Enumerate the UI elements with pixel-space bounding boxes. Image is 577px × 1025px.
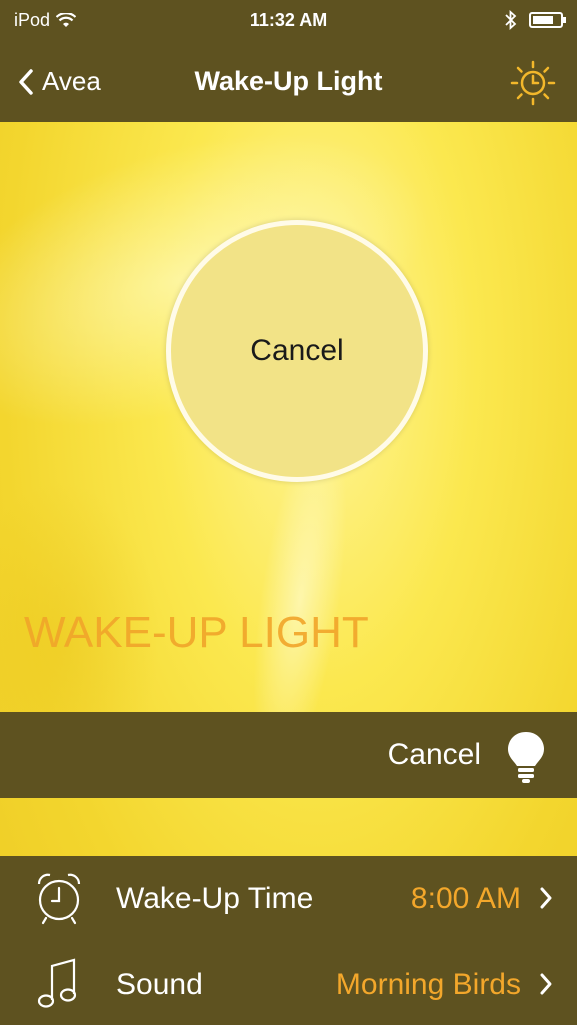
- status-right: [505, 10, 566, 30]
- wake-up-light-screen: iPod 11:32 AM Avea Wake-Up Light Cancel …: [0, 0, 577, 1025]
- cancel-bar: Cancel: [0, 712, 577, 798]
- chevron-right-icon: [540, 973, 552, 995]
- sun-clock-icon[interactable]: [509, 58, 557, 106]
- settings-panel: Wake-Up Time 8:00 AM Sound Morning Birds: [0, 856, 577, 1025]
- navigation-bar: Avea Wake-Up Light: [0, 44, 577, 122]
- cancel-button[interactable]: Cancel: [388, 738, 481, 772]
- status-bar: iPod 11:32 AM: [0, 0, 577, 44]
- wake-up-time-label: Wake-Up Time: [116, 882, 314, 915]
- status-time: 11:32 AM: [249, 10, 328, 30]
- wake-up-time-row[interactable]: Wake-Up Time 8:00 AM: [0, 856, 577, 940]
- sound-label: Sound: [116, 968, 203, 1001]
- battery-icon: [529, 12, 566, 28]
- light-bulb-icon[interactable]: [505, 730, 547, 784]
- wake-up-time-value: 8:00 AM: [410, 882, 521, 915]
- alarm-clock-icon: [37, 873, 81, 925]
- cancel-circle-label: Cancel: [250, 334, 344, 367]
- chevron-right-icon: [540, 887, 552, 909]
- sound-row[interactable]: Sound Morning Birds: [0, 942, 577, 1025]
- page-title: Wake-Up Light: [194, 66, 383, 96]
- sound-value: Morning Birds: [335, 968, 521, 1001]
- bluetooth-icon: [505, 10, 517, 30]
- cancel-circle-button[interactable]: Cancel: [166, 220, 428, 482]
- wake-up-light-heading: WAKE-UP LIGHT: [24, 608, 369, 657]
- music-note-icon: [37, 958, 77, 1008]
